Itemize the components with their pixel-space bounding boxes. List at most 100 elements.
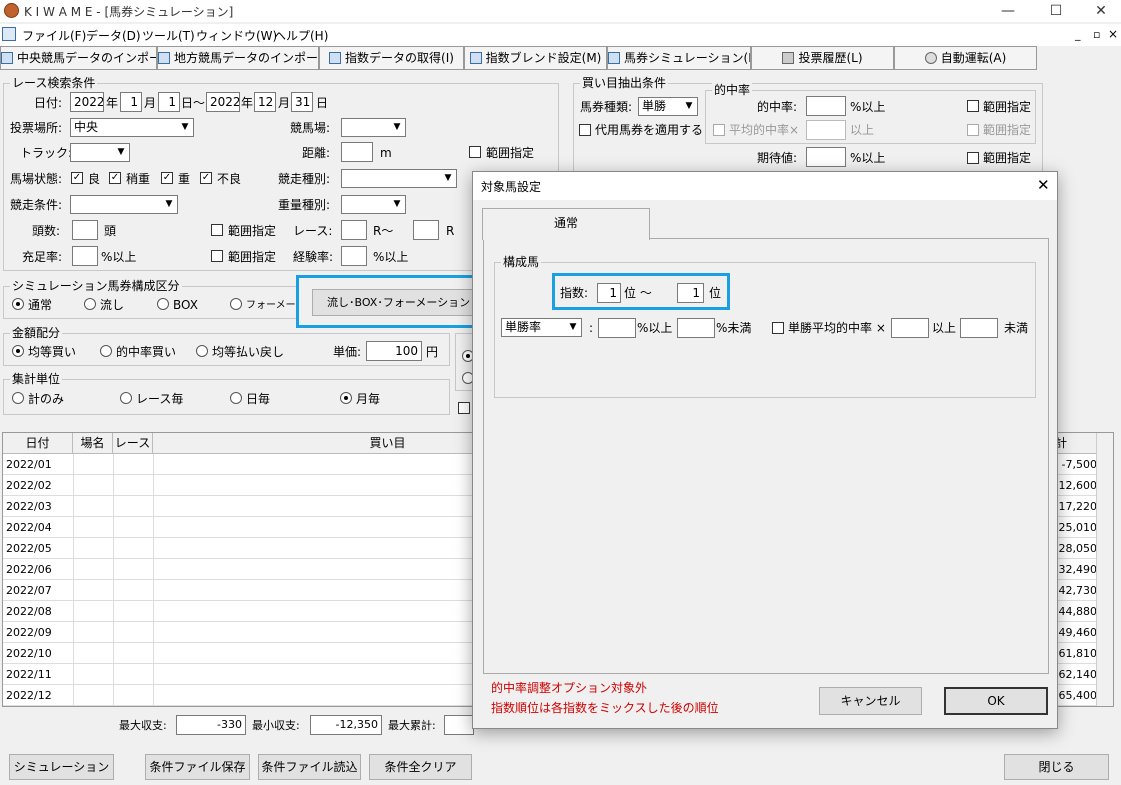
ticket-type-select[interactable]: 単勝 ▼ [638,97,698,116]
cond-heavy-checkbox[interactable]: ✓ [161,172,173,184]
mdi-restore-button[interactable]: ▫ [1093,28,1100,41]
cond-good-checkbox[interactable]: ✓ [71,172,83,184]
substitute-checkbox[interactable] [579,124,591,136]
cell-date: 2022/11 [6,668,52,681]
ratio-min-input[interactable] [598,318,636,338]
fill-range-checkbox[interactable] [211,250,223,262]
menu-help[interactable]: ヘルプ(H) [274,27,328,44]
clear-conditions-button[interactable]: 条件全クリア [369,754,472,780]
experience-unit: %以上 [373,250,409,264]
menu-window[interactable]: ウィンドウ(W) [196,27,277,44]
agg-day-radio[interactable] [230,392,242,404]
import-jra-button[interactable]: 中央競馬データのインポート(J) [0,46,157,70]
hit-range-checkbox[interactable] [967,100,979,112]
race-from-input[interactable] [341,220,367,240]
index-blend-button[interactable]: 指数ブレンド設定(M) [464,46,607,70]
ok-button[interactable]: OK [944,687,1048,715]
comp-formation-radio[interactable] [230,298,242,310]
venue-select[interactable]: 中央 ▼ [70,118,194,137]
money-hitrate-radio[interactable] [100,345,112,357]
unit-price-input[interactable]: 100 [366,341,422,361]
avg-range-label: 範囲指定 [983,123,1032,137]
agg-race-radio[interactable] [120,392,132,404]
avg-hit-rate-checkbox[interactable] [772,322,784,334]
agg-total-radio[interactable] [12,392,24,404]
get-index-button[interactable]: 指数データの取得(I) [319,46,464,70]
hit-rate-title: 的中率 [712,83,753,97]
simulation-button[interactable]: シミュレーション [9,754,114,780]
race-kind-select[interactable]: ▼ [341,169,457,188]
cell-date: 2022/05 [6,542,52,555]
avg-hit-rate-label: 単勝平均的中率 × [788,321,886,335]
fill-rate-input[interactable] [72,246,98,266]
mdi-close-button[interactable]: × [1108,27,1118,41]
menu-tools[interactable]: ツール(T) [142,27,195,44]
avg-range-checkbox[interactable] [967,124,979,136]
race-condition-select[interactable]: ▼ [70,195,178,214]
close-button[interactable]: 閉じる [1004,754,1109,780]
import-local-label: 地方競馬データのインポート(N) [174,51,319,65]
money-equal-radio[interactable] [12,345,24,357]
hit-rate-unit: %以上 [850,100,886,114]
start-day-input[interactable]: 1 [158,92,180,112]
avg-hit-checkbox[interactable] [713,124,725,136]
end-month-input[interactable]: 12 [254,92,276,112]
hidden-checkbox[interactable] [458,402,470,414]
expected-value-input[interactable] [806,147,846,167]
cond-slightly-heavy-checkbox[interactable]: ✓ [109,172,121,184]
avg-hit-input[interactable] [806,120,846,140]
expected-range-checkbox[interactable] [967,152,979,164]
ratio-type-select[interactable]: 単勝率 ▼ [501,318,582,337]
hit-rate-input[interactable] [806,96,846,116]
maximize-button[interactable]: ☐ [1033,0,1079,22]
heads-range-checkbox[interactable] [211,224,223,236]
distance-unit: m [380,146,392,160]
comp-normal-radio[interactable] [12,298,24,310]
end-day-input[interactable]: 31 [291,92,313,112]
minimize-button[interactable]: — [985,0,1031,22]
import-local-button[interactable]: 地方競馬データのインポート(N) [157,46,319,70]
menu-file[interactable]: ファイル(F) [22,27,86,44]
distance-label: 距離: [302,146,331,160]
track-select[interactable]: ▼ [70,143,130,162]
avg-min-input[interactable] [891,318,929,338]
table-scrollbar[interactable] [1096,433,1113,706]
race-to-input[interactable] [413,220,439,240]
ticket-simulation-button[interactable]: 馬券シミュレーション(B) [607,46,751,70]
auto-run-button[interactable]: 自動運転(A) [894,46,1037,70]
tab-normal[interactable]: 通常 [482,208,650,240]
app-icon [4,3,19,18]
weight-kind-select[interactable]: ▼ [341,195,406,214]
agg-month-radio[interactable] [340,392,352,404]
ratio-min-unit: %以上 [637,321,673,335]
vote-history-button[interactable]: 投票履歴(L) [751,46,894,70]
avg-max-unit: 未満 [1004,321,1029,335]
mdi-minimize-button[interactable]: _ [1075,28,1081,41]
distance-input[interactable] [341,142,373,162]
load-conditions-button[interactable]: 条件ファイル読込 [258,754,361,780]
cond-bad-checkbox[interactable]: ✓ [200,172,212,184]
col-race[interactable]: レース [113,433,153,454]
max-income-label: 最大収支: [119,719,167,732]
end-year-input[interactable]: 2022 [206,92,240,112]
dialog-close-icon[interactable]: ✕ [1037,177,1050,193]
col-venue[interactable]: 場名 [73,433,113,454]
heads-input[interactable] [72,220,98,240]
course-label: 競馬場: [290,121,331,135]
ratio-max-input[interactable] [677,318,715,338]
comp-box-radio[interactable] [157,298,169,310]
col-date[interactable]: 日付 [3,433,73,454]
experience-input[interactable] [341,246,367,266]
course-select[interactable]: ▼ [341,118,406,137]
distance-range-checkbox[interactable] [469,146,481,158]
close-window-button[interactable]: ✕ [1078,0,1121,22]
money-payout-radio[interactable] [196,345,208,357]
start-year-input[interactable]: 2022 [70,92,104,112]
save-conditions-button[interactable]: 条件ファイル保存 [145,754,250,780]
cancel-button[interactable]: キャンセル [819,687,922,715]
avg-max-input[interactable] [960,318,998,338]
start-month-input[interactable]: 1 [120,92,142,112]
menu-data[interactable]: データ(D) [86,27,141,44]
highlight-box [296,275,487,328]
comp-nagashi-radio[interactable] [84,298,96,310]
